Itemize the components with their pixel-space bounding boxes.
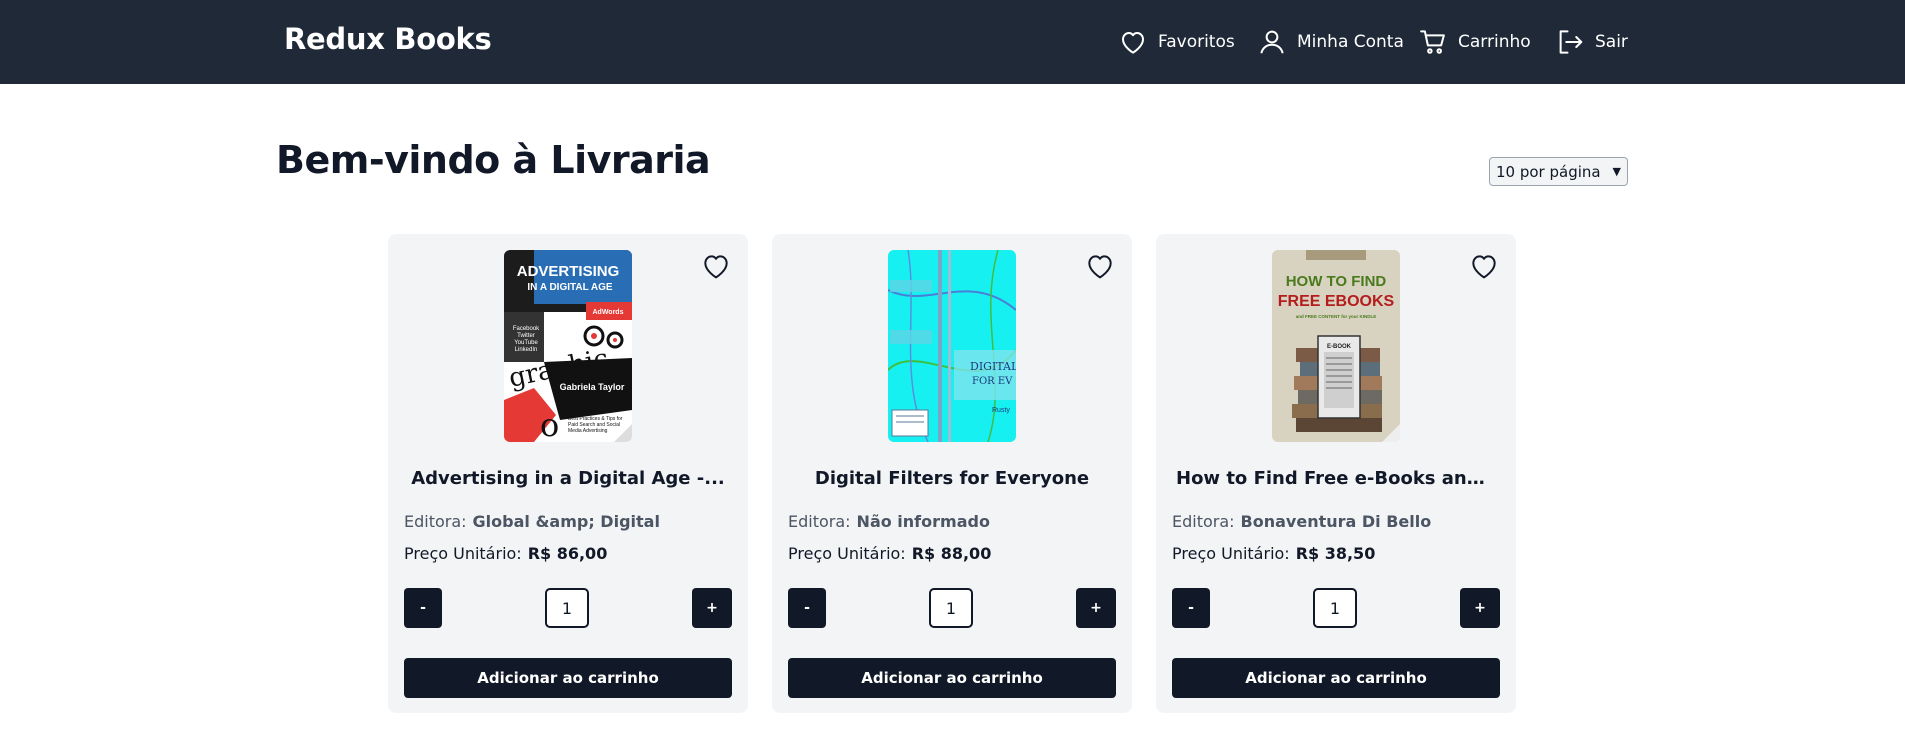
nav-cart-label: Carrinho [1458, 32, 1531, 52]
publisher-value: Não informado [856, 512, 990, 531]
publisher-label: Editora: [788, 512, 851, 531]
increase-quantity-button[interactable]: + [692, 588, 732, 628]
book-title[interactable]: Advertising in a Digital Age -... [388, 468, 748, 489]
price-row: Preço Unitário: R$ 86,00 [404, 544, 607, 563]
book-cover-image[interactable]: HOW TO FIND FREE EBOOKS and FREE CONTENT… [1272, 250, 1400, 442]
chevron-down-icon: ▼ [1612, 165, 1621, 178]
nav-favorites-link[interactable]: Favoritos [1118, 26, 1235, 58]
price-label: Preço Unitário: [404, 544, 522, 563]
cover-text: YouTube [514, 340, 538, 346]
decrease-quantity-button[interactable]: - [788, 588, 826, 628]
cover-text: FREE EBOOKS [1278, 293, 1395, 310]
price-row: Preço Unitário: R$ 38,50 [1172, 544, 1375, 563]
favorite-button[interactable] [1468, 250, 1500, 282]
cover-text: Media Advertising [568, 428, 608, 434]
user-icon [1260, 30, 1284, 54]
cover-text: Twitter [517, 333, 535, 339]
add-to-cart-button[interactable]: Adicionar ao carrinho [404, 658, 732, 698]
cover-text: AdWords [593, 309, 624, 316]
favorite-button[interactable] [700, 250, 732, 282]
cover-text: FOR EV [972, 376, 1013, 387]
book-title[interactable]: Digital Filters for Everyone [772, 468, 1132, 489]
heart-outline-icon [1088, 255, 1112, 279]
cover-text: IN A DIGITAL AGE [527, 282, 613, 293]
cover-text: ADVERTISING [517, 263, 620, 280]
publisher-value: Global &amp; Digital [472, 512, 660, 531]
heart-outline-icon [1472, 255, 1496, 279]
price-label: Preço Unitário: [788, 544, 906, 563]
price-value: R$ 88,00 [911, 544, 992, 563]
nav-account-link[interactable]: Minha Conta [1257, 26, 1404, 58]
nav-cart-link[interactable]: Carrinho [1418, 26, 1531, 58]
per-page-value: 10 por página [1496, 162, 1601, 181]
logout-icon [1559, 30, 1583, 54]
publisher-value: Bonaventura Di Bello [1240, 512, 1432, 531]
page-title: Bem-vindo à Livraria [276, 138, 711, 182]
cover-text: DIGITAL [970, 360, 1016, 373]
publisher-row: Editora: Bonaventura Di Bello [1172, 512, 1431, 531]
book-cover-image[interactable]: ADVERTISING IN A DIGITAL AGE AdWords Fac… [504, 250, 632, 442]
cart-icon [1420, 30, 1445, 54]
publisher-label: Editora: [404, 512, 467, 531]
cover-text: E-BOOK [1327, 344, 1352, 350]
quantity-input[interactable]: 1 [1313, 588, 1357, 628]
nav-logout-label: Sair [1595, 32, 1628, 52]
increase-quantity-button[interactable]: + [1076, 588, 1116, 628]
cover-text: LinkedIn [515, 347, 538, 353]
top-navbar: Redux Books Favoritos Minha Conta Carrin… [0, 0, 1905, 84]
cover-glyph: o [540, 406, 559, 442]
price-label: Preço Unitário: [1172, 544, 1290, 563]
cover-text: and FREE CONTENT for your KINDLE [1296, 314, 1377, 319]
cover-text: Rusty [992, 407, 1010, 414]
quantity-input[interactable]: 1 [929, 588, 973, 628]
price-value: R$ 86,00 [527, 544, 608, 563]
cover-text: HOW TO FIND [1286, 273, 1387, 290]
nav-account-label: Minha Conta [1297, 32, 1404, 52]
decrease-quantity-button[interactable]: - [404, 588, 442, 628]
book-card: DIGITAL FOR EV Rusty Digital Filters for… [772, 234, 1132, 713]
decrease-quantity-button[interactable]: - [1172, 588, 1210, 628]
publisher-row: Editora: Não informado [788, 512, 990, 531]
nav-logout-link[interactable]: Sair [1555, 26, 1628, 58]
cover-text: Facebook [513, 326, 540, 332]
heart-outline-icon [704, 255, 728, 279]
publisher-label: Editora: [1172, 512, 1235, 531]
publisher-row: Editora: Global &amp; Digital [404, 512, 660, 531]
per-page-select[interactable]: 10 por página ▼ [1489, 157, 1628, 186]
quantity-input[interactable]: 1 [545, 588, 589, 628]
cover-text: Gabriela Taylor [560, 382, 625, 392]
book-card: ADVERTISING IN A DIGITAL AGE AdWords Fac… [388, 234, 748, 713]
book-title[interactable]: How to Find Free e-Books and F... [1156, 468, 1516, 489]
nav-favorites-label: Favoritos [1158, 32, 1235, 52]
add-to-cart-button[interactable]: Adicionar ao carrinho [1172, 658, 1500, 698]
increase-quantity-button[interactable]: + [1460, 588, 1500, 628]
add-to-cart-button[interactable]: Adicionar ao carrinho [788, 658, 1116, 698]
brand-logo[interactable]: Redux Books [284, 22, 492, 56]
price-row: Preço Unitário: R$ 88,00 [788, 544, 991, 563]
favorite-button[interactable] [1084, 250, 1116, 282]
book-card: HOW TO FIND FREE EBOOKS and FREE CONTENT… [1156, 234, 1516, 713]
book-cover-image[interactable]: DIGITAL FOR EV Rusty [888, 250, 1016, 442]
heart-icon [1122, 32, 1144, 54]
price-value: R$ 38,50 [1295, 544, 1376, 563]
